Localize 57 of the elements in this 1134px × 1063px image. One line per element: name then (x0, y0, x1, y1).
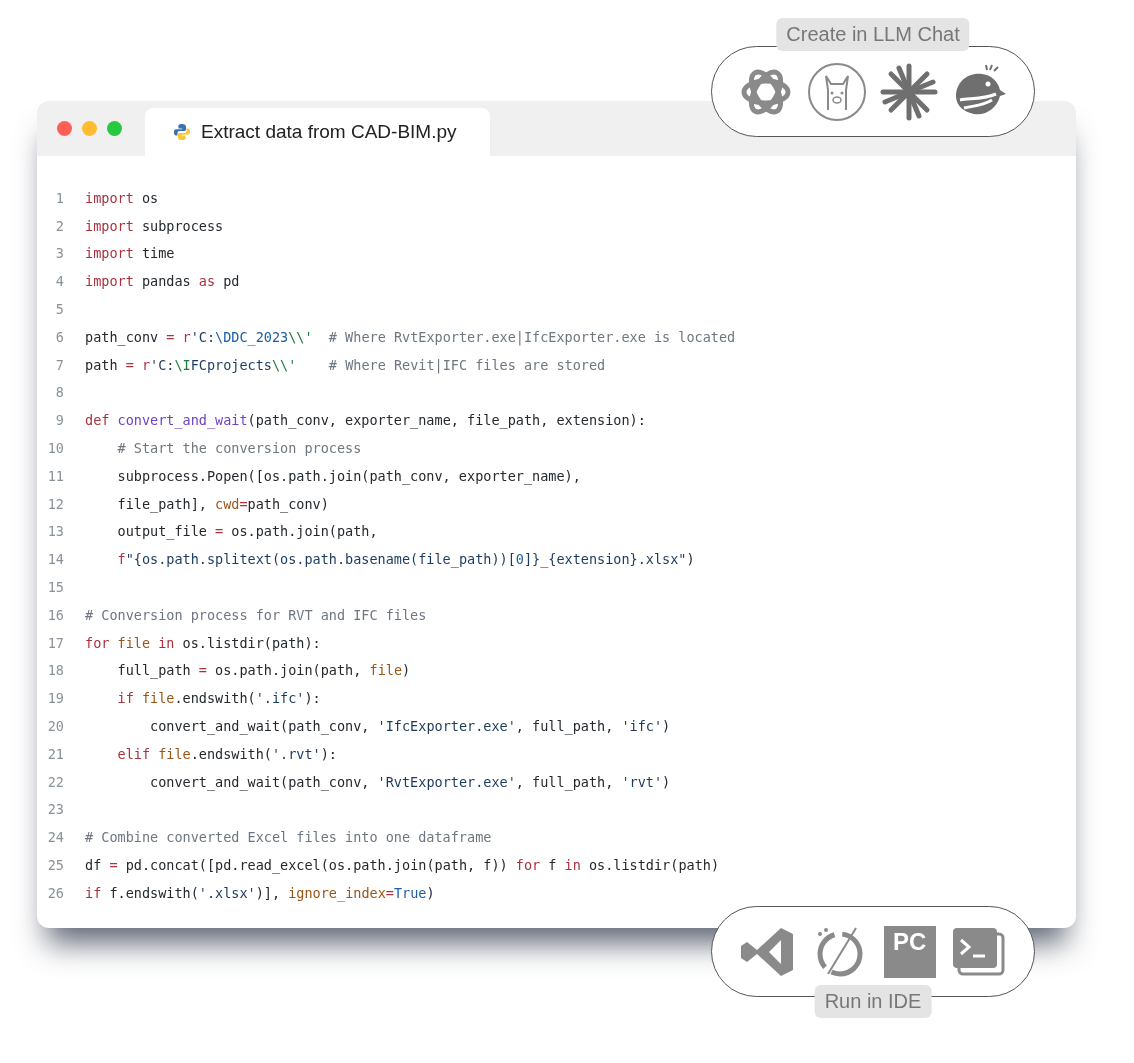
line-number: 13 (46, 523, 65, 540)
line-number: 1 (54, 189, 65, 206)
code-line: path_conv = r'C:\DDC_2023\\' # Where RvtExporter.exe|IfcExporter.exe is located (85, 328, 736, 345)
code-line: f"{os.path.splitext(os.path.basename(file_path))[0]}_{extension}.xlsx") (116, 551, 695, 568)
line-number: 10 (46, 440, 65, 457)
window-control-dot[interactable] (82, 121, 97, 136)
line-number: 26 (46, 884, 65, 901)
code-line: file_path], cwd=path_conv) (116, 495, 329, 512)
code-line: df = pd.concat([pd.read_excel(os.path.join(path, f)) for f in os.listdir(path) (85, 857, 719, 873)
code-line: if file.endswith('.ifc'): (116, 690, 321, 707)
line-number: 14 (46, 551, 65, 568)
code-line: subprocess.Popen([os.path.join(path_conv, exporter_name), (116, 467, 581, 484)
code-line: import pandas as pd (85, 273, 240, 290)
line-number: 9 (54, 412, 65, 429)
code-line: import time (85, 245, 175, 262)
code-line: # Combine converted Excel files into one dataframe (85, 829, 492, 846)
file-tab[interactable]: Extract data from CAD-BIM.py (145, 108, 490, 156)
line-number: 7 (54, 356, 65, 373)
line-number: 25 (46, 857, 65, 873)
line-number: 12 (46, 495, 65, 512)
code-line: path = r'C:\IFCprojects\\' # Where Revit|IFC files are stored (85, 356, 606, 373)
code-line: full_path = os.path.join(path, file) (116, 662, 411, 679)
code-line: elif file.endswith('.rvt'): (116, 745, 337, 762)
line-number: 23 (46, 801, 65, 818)
window-control-dot[interactable] (107, 121, 122, 136)
window-control-dot[interactable] (57, 121, 72, 136)
code-line: import os (85, 189, 159, 206)
code-line: def convert_and_wait(path_conv, exporter_name, file_path, extension): (85, 412, 646, 429)
line-number: 11 (46, 467, 65, 484)
line-number: 2 (54, 217, 65, 234)
line-number: 5 (54, 301, 65, 318)
code-line: # Start the conversion process (116, 440, 362, 457)
line-number: 20 (46, 718, 65, 735)
line-number: 24 (46, 829, 65, 846)
line-number: 18 (46, 662, 65, 679)
code-line: output_file = os.path.join(path, (116, 523, 378, 540)
code-line: convert_and_wait(path_conv, 'RvtExporter.exe', full_path, 'rvt') (149, 773, 671, 790)
line-number: 17 (46, 634, 65, 651)
line-number: 21 (46, 745, 65, 762)
code-line: if f.endswith('.xlsx')], ignore_index=True) (85, 884, 435, 901)
panel-label: Run in IDE (814, 985, 932, 1018)
starburst-icon[interactable] (878, 61, 939, 122)
line-number: 15 (46, 579, 65, 596)
code-line: for file in os.listdir(path): (85, 634, 321, 651)
line-number: 6 (54, 328, 65, 345)
line-number: 4 (54, 273, 65, 290)
code-line: import subprocess (85, 217, 224, 234)
line-number: 3 (54, 245, 65, 262)
code-line: # Conversion process for RVT and IFC files (85, 606, 427, 623)
python-icon (173, 123, 191, 141)
llama-icon[interactable] (807, 61, 868, 122)
code-line: convert_and_wait(path_conv, 'IfcExporter.exe', full_path, 'ifc') (149, 718, 671, 735)
line-number: 19 (46, 690, 65, 707)
line-number: 8 (54, 384, 65, 401)
line-number: 16 (46, 606, 65, 623)
line-number: 22 (46, 773, 65, 790)
panel-label: Create in LLM Chat (776, 18, 970, 51)
